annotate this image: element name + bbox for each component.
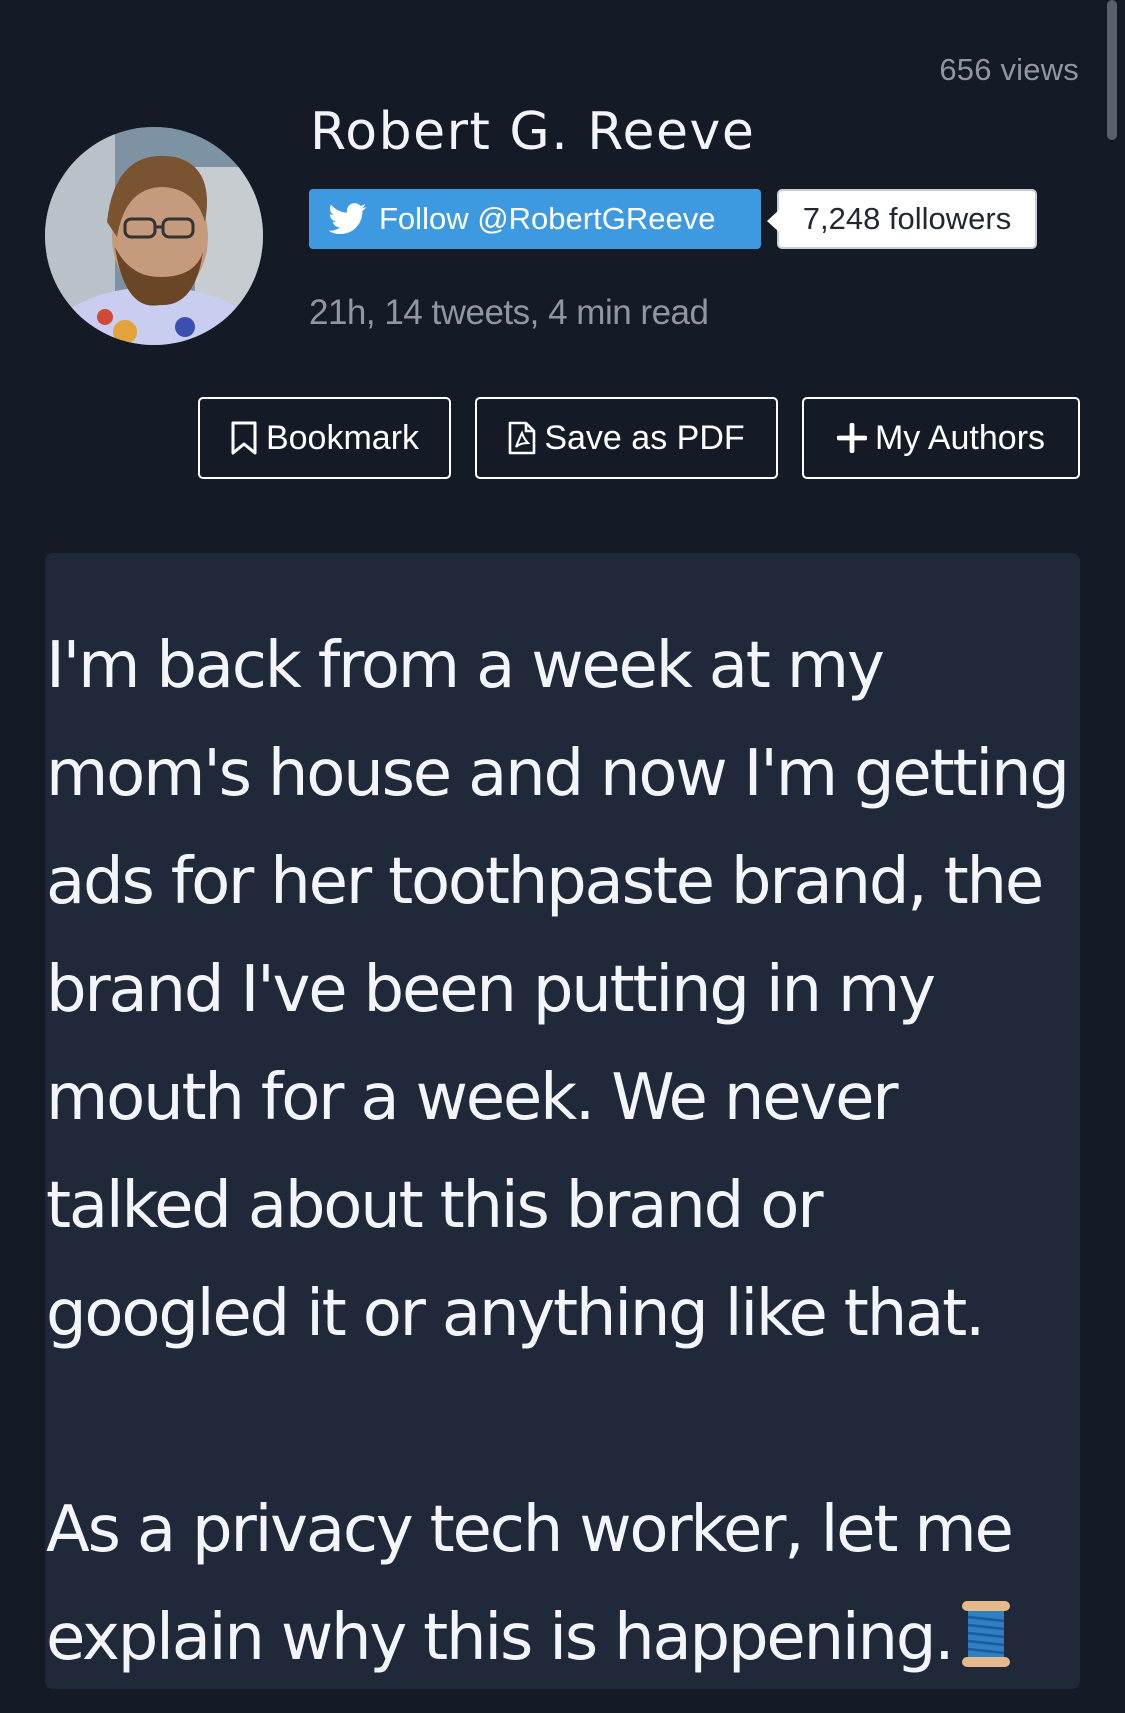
- my-authors-label: My Authors: [874, 418, 1046, 457]
- tweet-paragraph-2: As a privacy tech worker, let me explain…: [46, 1493, 1030, 1675]
- follow-button-label: Follow @RobertGReeve: [379, 201, 716, 236]
- follow-button[interactable]: Follow @RobertGReeve: [309, 189, 761, 249]
- my-authors-button[interactable]: My Authors: [802, 397, 1080, 479]
- tweet-paragraph-1: I'm back from a week at my mom's house a…: [46, 629, 1086, 1351]
- twitter-bird-icon: [329, 203, 367, 235]
- scrollbar[interactable]: [1107, 0, 1117, 140]
- bookmark-icon: [231, 421, 257, 455]
- view-count: 656 views: [939, 52, 1079, 87]
- pdf-file-icon: [509, 421, 536, 455]
- tweet-text: I'm back from a week at my mom's house a…: [46, 612, 1080, 1692]
- avatar[interactable]: [45, 127, 263, 345]
- bookmark-button[interactable]: Bookmark: [198, 397, 451, 479]
- avatar-image: [45, 127, 263, 345]
- bookmark-label: Bookmark: [265, 418, 420, 457]
- save-pdf-label: Save as PDF: [544, 418, 745, 457]
- author-name[interactable]: Robert G. Reeve: [310, 102, 755, 162]
- followers-count: 7,248 followers: [767, 189, 1037, 249]
- plus-icon: [836, 423, 867, 453]
- spool-of-thread-icon: [962, 1601, 1011, 1667]
- thread-meta: 21h, 14 tweets, 4 min read: [309, 293, 709, 332]
- save-pdf-button[interactable]: Save as PDF: [475, 397, 778, 479]
